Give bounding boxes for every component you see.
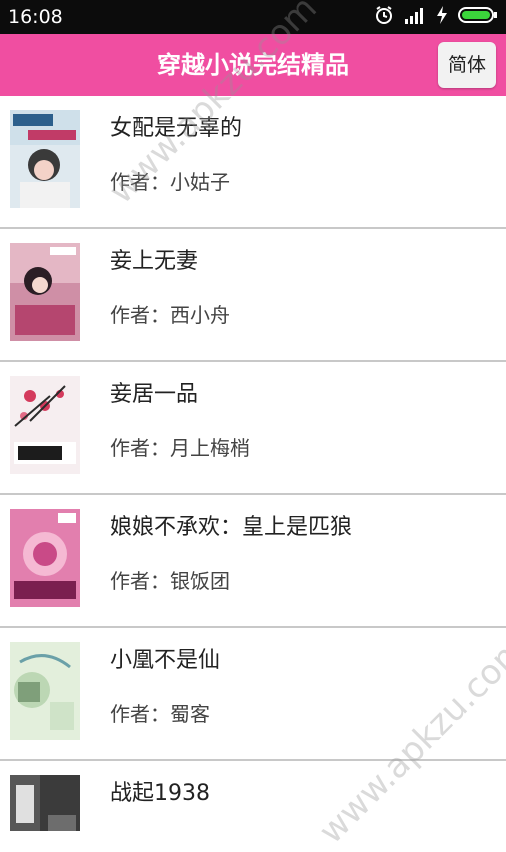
book-title: 妾上无妻 <box>110 249 199 274</box>
author-name: 小姑子 <box>170 170 230 194</box>
page-title: 穿越小说完结精品 <box>157 51 349 79</box>
author-label: 作者： <box>110 170 170 194</box>
author-name: 西小舟 <box>170 303 230 327</box>
charging-icon <box>436 5 448 29</box>
book-item[interactable]: 小凰不是仙 作者：蜀客 <box>0 628 506 761</box>
book-cover <box>10 775 80 831</box>
book-title: 战起1938 <box>110 781 210 806</box>
book-title: 小凰不是仙 <box>110 648 221 673</box>
book-title: 娘娘不承欢：皇上是匹狼 <box>110 515 353 540</box>
author-name: 蜀客 <box>170 702 210 726</box>
book-author: 作者：西小舟 <box>110 301 230 329</box>
book-item[interactable]: 妾上无妻 作者：西小舟 <box>0 229 506 362</box>
book-author: 作者：银饭团 <box>110 567 230 595</box>
alarm-icon <box>374 5 394 29</box>
author-label: 作者： <box>110 702 170 726</box>
book-author: 作者：小姑子 <box>110 168 230 196</box>
book-item[interactable]: 妾居一品 作者：月上梅梢 <box>0 362 506 495</box>
app-header: 穿越小说完结精品 简体 <box>0 34 506 96</box>
book-item[interactable]: 娘娘不承欢：皇上是匹狼 作者：银饭团 <box>0 495 506 628</box>
book-cover <box>10 110 80 208</box>
author-name: 银饭团 <box>170 569 230 593</box>
signal-icon <box>404 6 426 28</box>
book-title: 妾居一品 <box>110 382 199 407</box>
book-author: 作者：蜀客 <box>110 700 210 728</box>
book-title: 女配是无辜的 <box>110 116 243 141</box>
status-icons <box>374 6 498 28</box>
book-cover <box>10 243 80 341</box>
author-label: 作者： <box>110 436 170 460</box>
book-cover <box>10 509 80 607</box>
author-label: 作者： <box>110 569 170 593</box>
author-label: 作者： <box>110 303 170 327</box>
battery-icon <box>458 6 498 28</box>
author-name: 月上梅梢 <box>170 436 250 460</box>
book-cover <box>10 376 80 474</box>
book-item[interactable]: 战起1938 <box>0 761 506 831</box>
book-item[interactable]: 女配是无辜的 作者：小姑子 <box>0 96 506 229</box>
language-toggle-button[interactable]: 简体 <box>438 42 496 88</box>
status-bar: 16:08 <box>0 0 506 34</box>
book-cover <box>10 642 80 740</box>
book-author: 作者：月上梅梢 <box>110 434 250 462</box>
status-time: 16:08 <box>8 6 63 28</box>
book-list: 女配是无辜的 作者：小姑子 妾上无妻 作者：西小舟 妾居一品 作者：月上梅梢 娘… <box>0 96 506 831</box>
